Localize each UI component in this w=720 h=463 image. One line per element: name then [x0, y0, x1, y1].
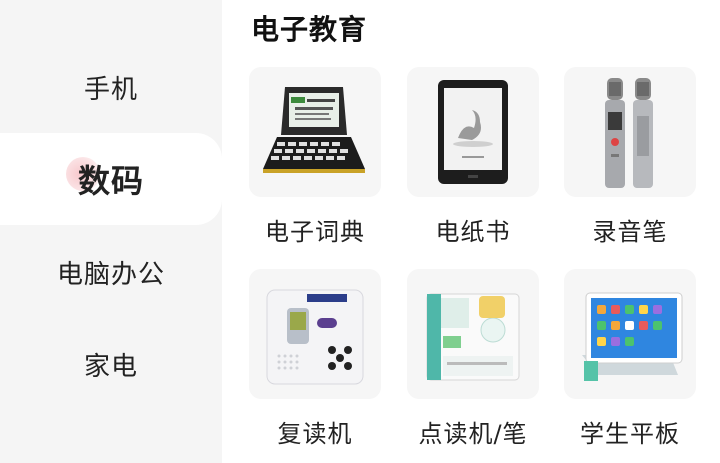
sidebar-item-digital[interactable]: 数码: [0, 133, 222, 225]
product-label-reading-machine[interactable]: 点读机/笔: [393, 414, 553, 449]
sidebar-item-label: 电脑办公: [56, 259, 165, 290]
category-sidebar: 手机 数码 电脑办公 家电: [0, 0, 222, 463]
ereader-image: [438, 80, 508, 184]
product-label-student-tablet[interactable]: 学生平板: [550, 414, 710, 449]
product-tile-reading-machine[interactable]: [407, 269, 539, 399]
sidebar-item-computers-office[interactable]: 电脑办公: [0, 226, 222, 318]
sidebar-item-label: 数码: [77, 162, 144, 200]
sidebar-item-appliances[interactable]: 家电: [0, 318, 222, 410]
sidebar-item-label: 手机: [83, 74, 138, 105]
product-label-voice-recorder[interactable]: 录音笔: [550, 212, 710, 247]
product-tile-ereader[interactable]: [407, 67, 539, 197]
product-label-repeater[interactable]: 复读机: [235, 414, 395, 449]
reading-machine-image: [426, 293, 520, 381]
electronic-dictionary-image: [263, 87, 365, 173]
product-tile-repeater[interactable]: [249, 269, 381, 399]
section-title: 电子教育: [251, 13, 368, 46]
category-page: 手机 数码 电脑办公 家电 电子教育 电子词典 电纸书 录音笔 复读机 点读机/…: [0, 0, 720, 463]
sidebar-item-label: 家电: [83, 351, 138, 382]
product-label-ereader[interactable]: 电纸书: [393, 212, 553, 247]
product-tile-voice-recorder[interactable]: [564, 67, 696, 197]
sidebar-item-phones[interactable]: 手机: [0, 42, 222, 132]
student-tablet-image: [582, 292, 683, 381]
product-label-electronic-dictionary[interactable]: 电子词典: [235, 212, 395, 247]
repeater-image: [266, 289, 364, 385]
product-tile-student-tablet[interactable]: [564, 269, 696, 399]
product-tile-electronic-dictionary[interactable]: [249, 67, 381, 197]
voice-recorder-image: [605, 78, 653, 188]
